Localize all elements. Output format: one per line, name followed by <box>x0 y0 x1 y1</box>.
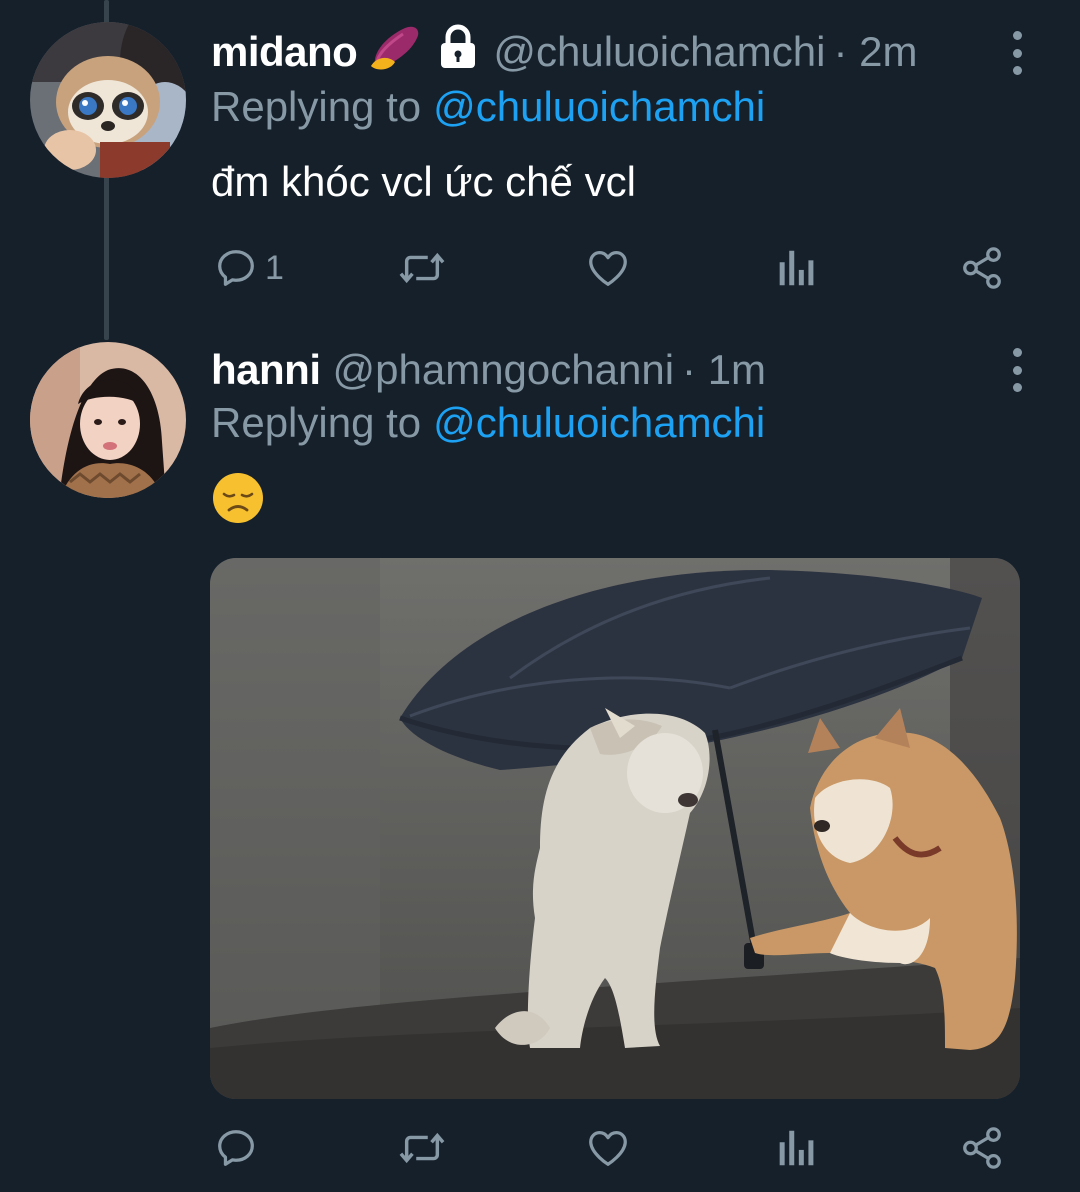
reply-context: Replying to @chuluoichamchi <box>211 82 765 132</box>
reply-button[interactable]: 1 <box>213 243 284 293</box>
lock-icon <box>435 24 481 80</box>
timestamp[interactable]: · 2m <box>833 28 917 76</box>
reply-icon <box>218 1130 254 1166</box>
views-icon <box>779 250 814 286</box>
more-icon[interactable] <box>1006 348 1028 392</box>
tweet-text: đm khóc vcl ức chế vcl <box>211 158 636 205</box>
tweet-media-image[interactable] <box>210 558 1020 1099</box>
like-button[interactable] <box>584 243 632 293</box>
tweet-header: midano @chuluoichamchi · 2m <box>211 24 917 80</box>
like-icon <box>589 251 627 286</box>
disappointed-face-emoji <box>212 472 264 524</box>
tweet-midano[interactable]: midano @chuluoichamchi · 2m Replying to … <box>0 0 1080 330</box>
reply-context: Replying to @chuluoichamchi <box>211 398 765 448</box>
display-name[interactable]: midano <box>211 28 358 76</box>
reply-count: 1 <box>265 248 284 287</box>
reply-icon <box>218 250 254 286</box>
tweet-actions: 1 <box>211 243 1011 293</box>
user-handle[interactable]: @chuluoichamchi <box>493 28 825 76</box>
like-icon <box>589 1131 627 1166</box>
retweet-button[interactable] <box>396 1123 448 1173</box>
views-icon <box>779 1130 814 1166</box>
share-button[interactable] <box>959 1123 1005 1173</box>
retweet-icon <box>399 252 445 284</box>
retweet-icon <box>399 1132 445 1164</box>
sweet-potato-emoji <box>369 22 423 82</box>
retweet-button[interactable] <box>396 243 448 293</box>
reply-mention-link[interactable]: @chuluoichamchi <box>433 83 765 131</box>
views-button[interactable] <box>775 243 815 293</box>
share-icon <box>963 1127 1001 1169</box>
avatar[interactable] <box>30 22 186 178</box>
avatar[interactable] <box>30 342 186 498</box>
like-button[interactable] <box>584 1123 632 1173</box>
share-icon <box>963 247 1001 289</box>
reply-prefix: Replying to <box>211 399 422 446</box>
views-button[interactable] <box>775 1123 815 1173</box>
tweet-header: hanni @phamngochanni · 1m <box>211 342 766 398</box>
timestamp[interactable]: · 1m <box>682 346 766 394</box>
share-button[interactable] <box>959 243 1005 293</box>
more-icon[interactable] <box>1006 31 1028 75</box>
tweet-actions <box>211 1123 1011 1173</box>
user-handle[interactable]: @phamngochanni <box>333 346 675 394</box>
display-name[interactable]: hanni <box>211 346 321 394</box>
reply-prefix: Replying to <box>211 83 422 130</box>
reply-mention-link[interactable]: @chuluoichamchi <box>433 399 765 447</box>
reply-button[interactable] <box>213 1123 259 1173</box>
